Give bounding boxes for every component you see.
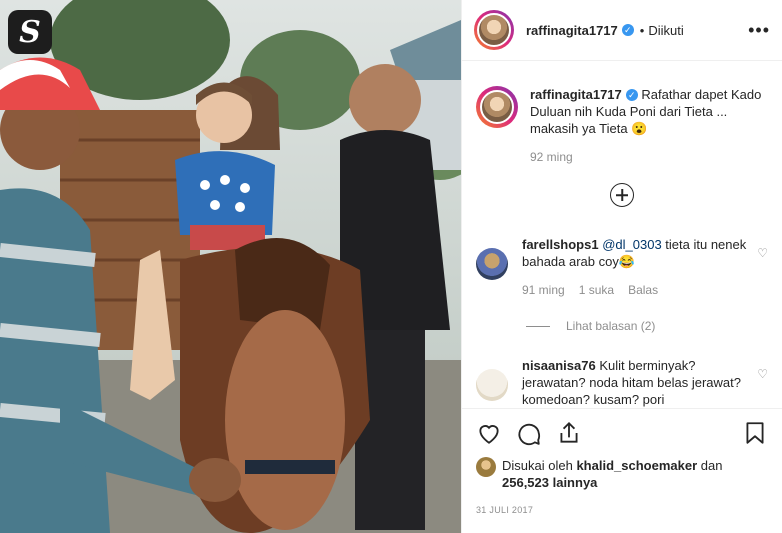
caption-username[interactable]: raffinagita1717 (530, 87, 622, 102)
like-heart-icon[interactable] (476, 420, 502, 446)
more-options-icon[interactable]: ••• (748, 20, 770, 41)
comment-bubble-icon[interactable] (516, 420, 542, 446)
comment-like-heart-icon[interactable]: ♡ (757, 246, 768, 260)
post-date[interactable]: 31 JULI 2017 (476, 505, 768, 515)
liked-by-count[interactable]: 256,523 lainnya (502, 475, 597, 490)
load-more-comments-icon[interactable] (610, 183, 634, 207)
watermark-logo: S (8, 10, 52, 54)
view-replies-button[interactable]: Lihat balasan (2) (526, 319, 768, 333)
post-header: raffinagita1717 ✓ • Diikuti ••• (462, 0, 782, 61)
verified-badge-icon: ✓ (621, 24, 634, 36)
comment-like-heart-icon[interactable]: ♡ (757, 367, 768, 381)
watermark-letter: S (19, 14, 41, 50)
comments-scroll-area[interactable]: raffinagita1717 ✓ Rafathar dapet Kado Dul… (462, 62, 782, 408)
comment-item: farellshops1 @dl_0303 tieta itu nenek ba… (476, 236, 768, 299)
share-upload-icon[interactable] (556, 420, 582, 446)
comment-username[interactable]: nisaanisa76 (522, 358, 596, 373)
commenter-avatar[interactable] (476, 369, 508, 401)
caption: raffinagita1717 ✓ Rafathar dapet Kado Dul… (476, 62, 768, 166)
reply-button[interactable]: Balas (628, 282, 658, 299)
verified-badge-icon: ✓ (625, 89, 638, 101)
photo-illustration (0, 0, 461, 533)
caption-avatar-ring[interactable] (476, 86, 518, 128)
liked-by-summary: Disukai oleh khalid_schoemaker dan 256,5… (476, 457, 768, 491)
comment-item: nisaanisa76 Kulit berminyak? jerawatan? … (476, 357, 768, 408)
post-actions: Disukai oleh khalid_schoemaker dan 256,5… (462, 408, 782, 533)
profile-avatar-ring[interactable] (474, 10, 514, 50)
separator-dot: • (639, 22, 645, 38)
comment-time[interactable]: 91 ming (522, 282, 565, 299)
comment-likes[interactable]: 1 suka (579, 282, 614, 299)
bookmark-icon[interactable] (742, 420, 768, 446)
comment-username[interactable]: farellshops1 (522, 237, 599, 252)
header-username[interactable]: raffinagita1717 (526, 23, 618, 38)
post-photo[interactable]: S (0, 0, 461, 533)
view-replies-label: Lihat balasan (2) (566, 319, 656, 333)
caption-avatar[interactable] (480, 90, 514, 124)
avatar[interactable] (477, 13, 511, 47)
commenter-avatar[interactable] (476, 248, 508, 280)
follow-status-button[interactable]: Diikuti (648, 23, 683, 38)
replies-divider-line (526, 325, 550, 327)
liker-avatar[interactable] (476, 457, 496, 477)
liked-by-prefix: Disukai oleh (502, 458, 573, 473)
liked-by-suffix: dan (700, 458, 723, 473)
caption-time[interactable]: 92 ming (530, 149, 768, 166)
liked-by-user[interactable]: khalid_schoemaker (576, 458, 697, 473)
post-side-panel: raffinagita1717 ✓ • Diikuti ••• raffinag… (461, 0, 782, 533)
comment-mention[interactable]: @dl_0303 (602, 237, 661, 252)
